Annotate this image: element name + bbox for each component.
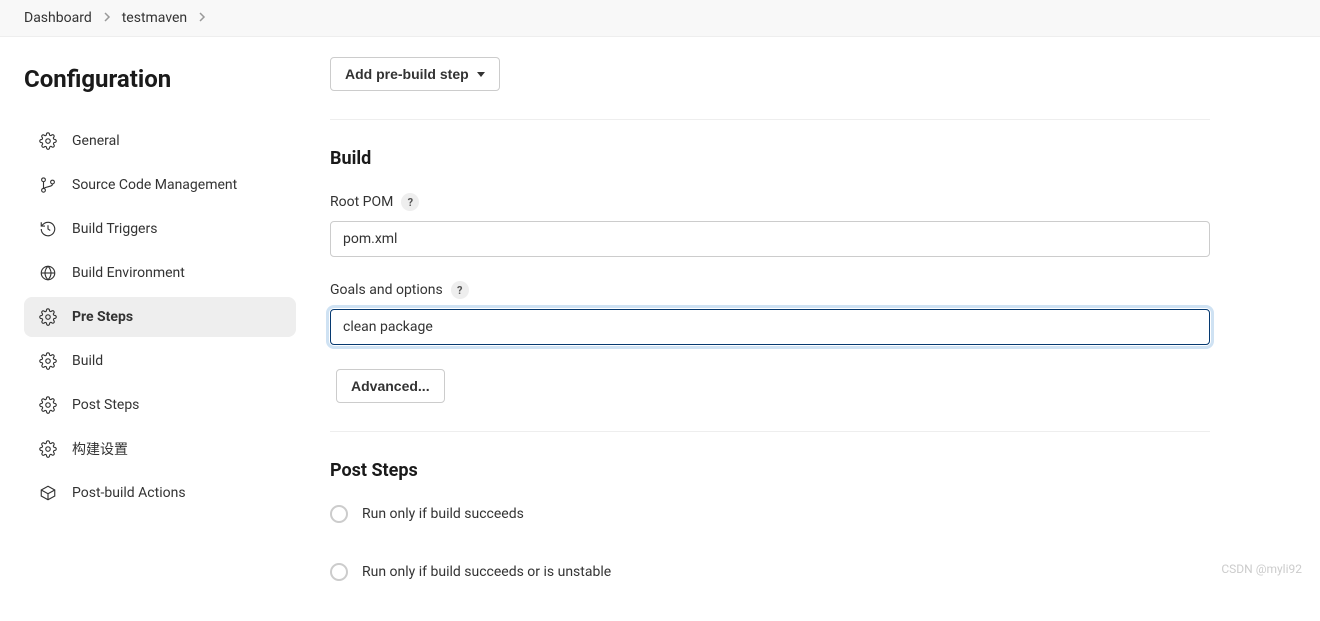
root-pom-field: Root POM ? (330, 193, 1210, 257)
build-section-title: Build (330, 148, 1210, 169)
field-label: Root POM (330, 194, 393, 210)
chevron-right-icon (197, 11, 207, 25)
sidebar-item-post-build-actions[interactable]: Post-build Actions (24, 473, 296, 513)
caret-down-icon (477, 72, 485, 77)
sidebar-item-general[interactable]: General (24, 121, 296, 161)
breadcrumb-item-dashboard[interactable]: Dashboard (24, 10, 92, 26)
sidebar-item-label: Source Code Management (72, 177, 237, 193)
goals-input[interactable] (330, 309, 1210, 345)
branch-icon (38, 175, 58, 195)
gear-icon (38, 439, 58, 459)
main-content: Add pre-build step Build Root POM ? Goal… (310, 37, 1310, 621)
sidebar-item-label: 构建设置 (72, 439, 128, 459)
radio-label: Run only if build succeeds or is unstabl… (362, 564, 611, 580)
sidebar-item-label: Build (72, 353, 103, 369)
gear-icon (38, 395, 58, 415)
button-label: Add pre-build step (345, 66, 469, 82)
sidebar-item-triggers[interactable]: Build Triggers (24, 209, 296, 249)
root-pom-input[interactable] (330, 221, 1210, 257)
sidebar-item-environment[interactable]: Build Environment (24, 253, 296, 293)
sidebar-item-build[interactable]: Build (24, 341, 296, 381)
sidebar-item-label: Post-build Actions (72, 485, 186, 501)
radio-icon (330, 505, 348, 523)
gear-icon (38, 351, 58, 371)
field-label: Goals and options (330, 282, 443, 298)
watermark: CSDN @myli92 (1221, 562, 1302, 576)
divider (330, 119, 1210, 120)
gear-icon (38, 307, 58, 327)
sidebar-item-pre-steps[interactable]: Pre Steps (24, 297, 296, 337)
radio-icon (330, 563, 348, 581)
divider (330, 431, 1210, 432)
radio-run-if-succeeds[interactable]: Run only if build succeeds (330, 505, 1210, 523)
radio-label: Run only if build succeeds (362, 506, 524, 522)
sidebar-item-post-steps[interactable]: Post Steps (24, 385, 296, 425)
radio-run-if-succeeds-or-unstable[interactable]: Run only if build succeeds or is unstabl… (330, 563, 1210, 581)
goals-field: Goals and options ? (330, 281, 1210, 345)
sidebar: Configuration General Source Code Manage… (0, 37, 310, 621)
chevron-right-icon (102, 11, 112, 25)
sidebar-item-label: Post Steps (72, 397, 139, 413)
advanced-button[interactable]: Advanced... (336, 369, 445, 403)
globe-icon (38, 263, 58, 283)
help-icon[interactable]: ? (451, 281, 469, 299)
sidebar-item-label: Build Triggers (72, 221, 157, 237)
breadcrumb-item-project[interactable]: testmaven (122, 10, 187, 26)
page-title: Configuration (24, 65, 296, 93)
gear-icon (38, 131, 58, 151)
sidebar-item-label: Build Environment (72, 265, 185, 281)
breadcrumb: Dashboard testmaven (0, 0, 1320, 37)
sidebar-item-scm[interactable]: Source Code Management (24, 165, 296, 205)
history-icon (38, 219, 58, 239)
post-steps-section-title: Post Steps (330, 460, 1210, 481)
sidebar-item-label: General (72, 133, 120, 149)
sidebar-item-build-settings[interactable]: 构建设置 (24, 429, 296, 469)
package-icon (38, 483, 58, 503)
sidebar-item-label: Pre Steps (72, 309, 133, 325)
post-steps-radio-group: Run only if build succeeds Run only if b… (330, 505, 1210, 581)
add-pre-build-step-button[interactable]: Add pre-build step (330, 57, 500, 91)
help-icon[interactable]: ? (401, 193, 419, 211)
